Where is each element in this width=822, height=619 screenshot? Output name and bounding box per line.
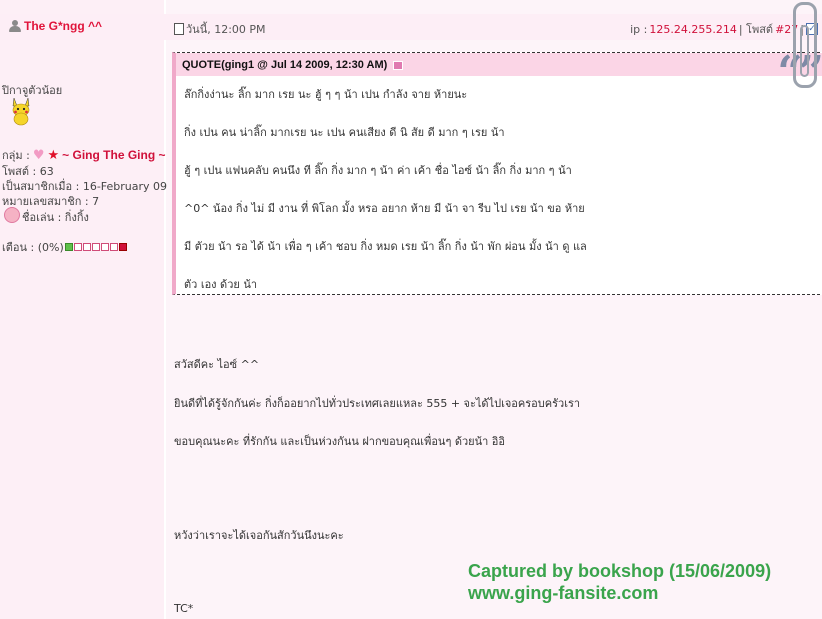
post-text-line: ขอบคุณนะคะ ที่รักกัน และเป็นห่วงกันน ฝาก…	[174, 435, 506, 448]
username-link[interactable]: The G*ngg ^^	[8, 19, 102, 33]
user-online-icon	[8, 19, 22, 33]
post-document-icon	[174, 23, 184, 35]
quote-line: ^0^ น้อง กิ่ง ไม่ มี งาน ที่ พิโลก มั้ง …	[184, 202, 585, 215]
quote-block: QUOTE(ging1 @ Jul 14 2009, 12:30 AM) “” …	[172, 47, 822, 295]
view-post-icon[interactable]	[393, 60, 404, 70]
quote-header: QUOTE(ging1 @ Jul 14 2009, 12:30 AM)	[176, 53, 822, 76]
quote-line: ตัว เอง ด้วย น้า	[184, 278, 258, 291]
star-icon: ★	[47, 147, 60, 163]
quote-line: ล๊กกิ่งง่านะ ลิ๊ก มาก เรย นะ ฮู้ ๆ ๆ น้า…	[184, 88, 468, 101]
quote-title-text: QUOTE(ging1 @ Jul 14 2009, 12:30 AM)	[182, 59, 388, 71]
site-watermark: www.ging-fansite.com	[468, 583, 659, 603]
warn-level-box	[100, 243, 109, 251]
post-text-line: ยินดีที่ได้รู้จักกันค่ะ กิ่งก็ออยากไปทั่…	[174, 397, 581, 410]
group-name: ~ Ging The Ging ~	[62, 148, 166, 162]
post-label: | โพสต์	[738, 23, 774, 36]
post-text-line: หวังว่าเราจะได้เจอกันสักวันนึงนะคะ	[174, 529, 344, 542]
post-meta: ip : 125.24.255.214 | โพสต์ #27 | ✓	[630, 20, 818, 38]
quote-line: มี ตัวย น้า รอ ได้ น้า เพื่อ ๆ เค้า ชอบ …	[184, 240, 587, 253]
heart-icon: ♥	[32, 147, 45, 163]
warn-decrease-icon[interactable]	[64, 243, 73, 251]
warn-level-box	[73, 243, 82, 251]
pikachu-avatar	[12, 97, 30, 126]
post-text-line: สวัสดีคะ ไอซ์ ^^	[174, 358, 260, 371]
warning-label: เตือน : (0%)	[2, 241, 64, 254]
quote-line: กิ่ง เปน คน น่าลิ๊ก มากเรย นะ เปน คนเสีย…	[184, 126, 505, 139]
ip-value[interactable]: 125.24.255.214	[649, 23, 736, 36]
username-text: The G*ngg ^^	[24, 19, 103, 33]
warn-level-box	[109, 243, 118, 251]
post-date-text: วันนี้, 12:00 PM	[186, 23, 266, 36]
warn-level-box	[91, 243, 100, 251]
nickname: ชื่อเล่น : กิ่งกิ้ง	[22, 211, 89, 224]
capture-watermark: Captured by bookshop (15/06/2009)	[468, 561, 772, 581]
quote-line: ฮู้ ๆ เปน แฟนคลับ คนนึง ที ลิ๊ก กิ่ง มาก…	[184, 164, 572, 177]
flower-icon	[4, 207, 20, 223]
post-date: วันนี้, 12:00 PM	[174, 20, 266, 38]
paperclip-icon	[793, 2, 817, 88]
warning-level: เตือน : (0%)	[2, 238, 127, 256]
post-signature: TC*	[174, 602, 194, 615]
ip-label: ip :	[630, 22, 648, 36]
warn-level-box	[82, 243, 91, 251]
warn-increase-icon[interactable]	[118, 243, 127, 251]
quote-title: QUOTE(ging1 @ Jul 14 2009, 12:30 AM)	[182, 59, 404, 71]
